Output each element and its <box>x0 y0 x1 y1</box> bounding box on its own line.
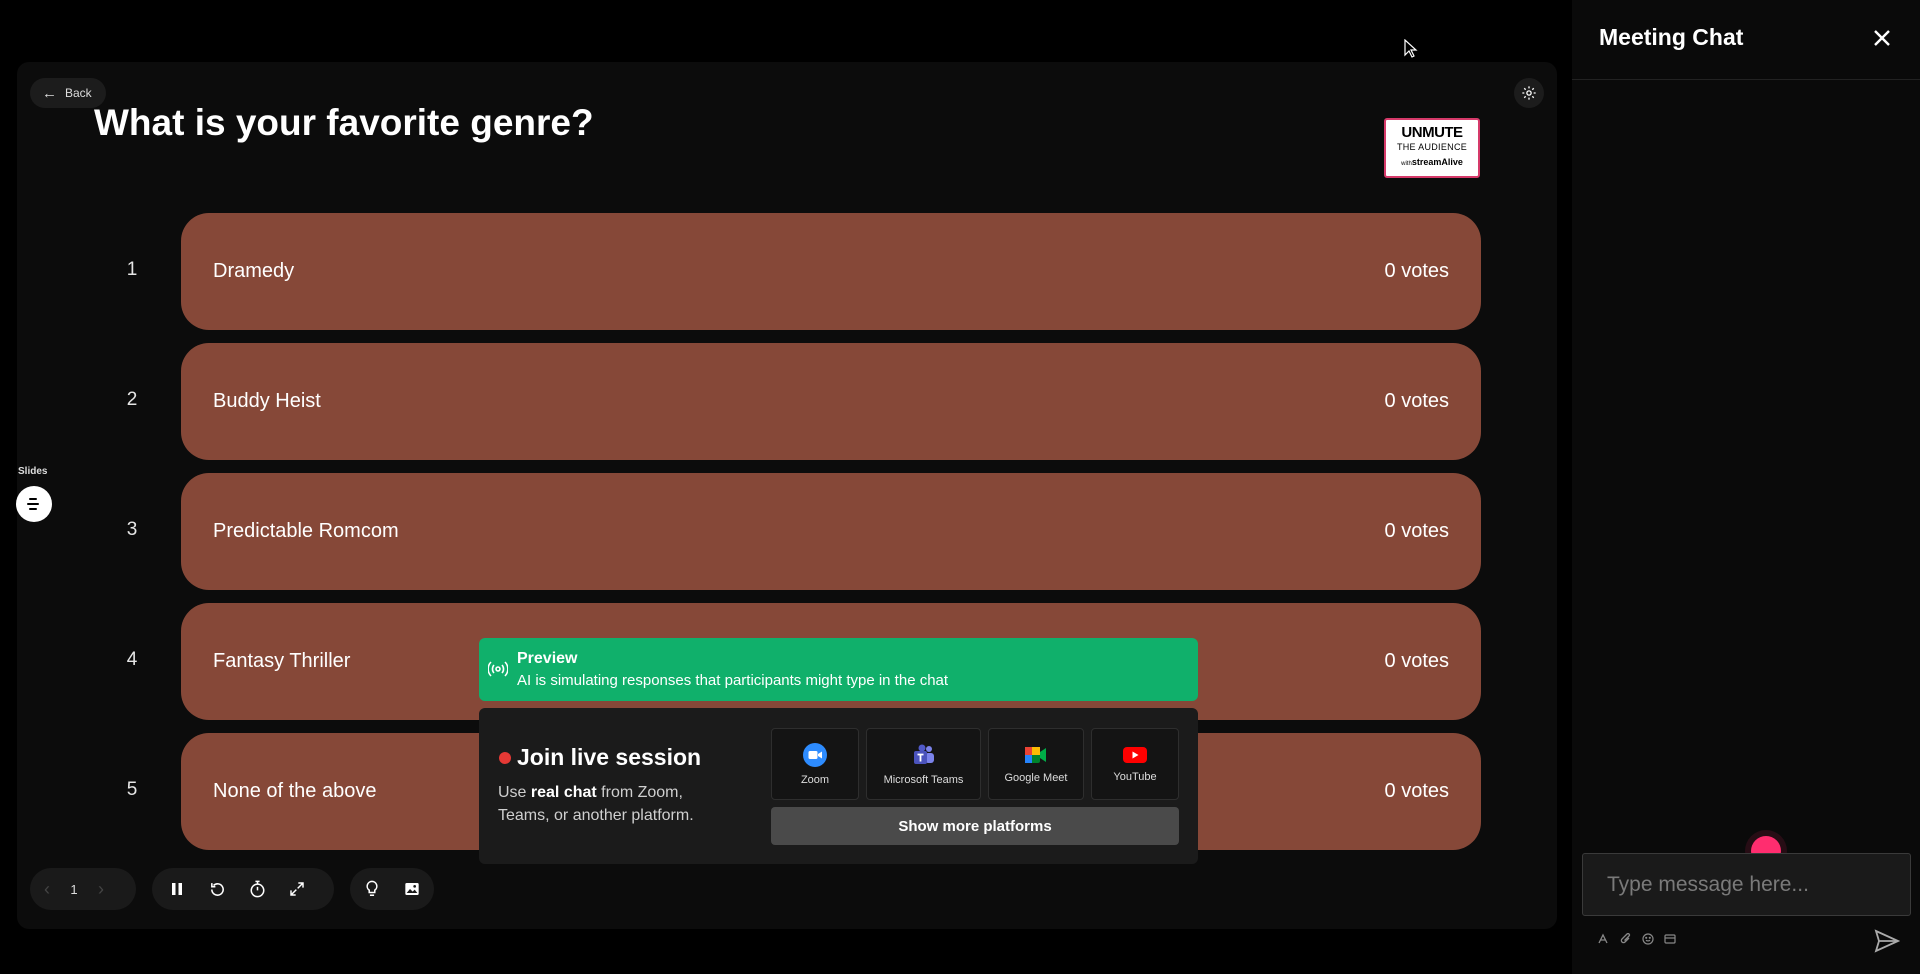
hint-button[interactable] <box>352 868 392 910</box>
poll-option: Predictable Romcom 0 votes <box>181 473 1481 590</box>
preview-title: Preview <box>517 650 578 667</box>
option-number: 1 <box>126 259 138 280</box>
back-label: Back <box>65 86 92 100</box>
settings-button[interactable] <box>1514 78 1544 108</box>
option-number: 5 <box>126 779 138 800</box>
platform-label: Microsoft Teams <box>883 774 964 786</box>
format-button[interactable] <box>1597 932 1611 946</box>
teams-icon <box>913 744 934 764</box>
extra-controls <box>350 868 434 910</box>
gif-icon <box>1664 934 1676 944</box>
preview-text: AI is simulating responses that particip… <box>517 672 949 689</box>
join-title: Join live session <box>517 744 702 770</box>
option-number: 4 <box>126 649 138 670</box>
expand-icon <box>290 882 304 896</box>
option-votes: 0 votes <box>1384 780 1449 802</box>
meeting-chat-panel: Meeting Chat <box>1572 0 1920 974</box>
pagination-group: ‹ 1 › <box>30 868 136 910</box>
next-slide-button[interactable]: › <box>84 879 118 900</box>
list-icon <box>27 498 39 510</box>
option-label: None of the above <box>213 780 377 802</box>
page-number: 1 <box>70 881 78 897</box>
image-icon <box>405 883 419 895</box>
prev-slide-button[interactable]: ‹ <box>30 879 64 900</box>
option-number: 3 <box>126 519 138 540</box>
poll-option: Dramedy 0 votes <box>181 213 1481 330</box>
slides-label: Slides <box>18 466 48 477</box>
format-text-icon <box>1598 933 1608 944</box>
youtube-icon <box>1123 747 1147 763</box>
slides-button[interactable] <box>16 486 52 522</box>
chat-title: Meeting Chat <box>1599 24 1744 50</box>
option-label: Buddy Heist <box>213 390 321 412</box>
chat-header: Meeting Chat <box>1572 0 1920 80</box>
platform-zoom[interactable]: Zoom <box>771 728 859 800</box>
playback-controls <box>152 868 334 910</box>
close-chat-button[interactable] <box>1868 24 1896 52</box>
chat-message-input[interactable] <box>1582 853 1911 916</box>
poll-option: Buddy Heist 0 votes <box>181 343 1481 460</box>
platform-label: YouTube <box>1113 771 1157 783</box>
show-more-platforms-button[interactable]: Show more platforms <box>771 807 1179 845</box>
mouse-cursor-icon <box>1404 39 1418 58</box>
platform-label: Google Meet <box>1004 772 1068 784</box>
google-meet-icon <box>1025 747 1046 763</box>
option-label: Fantasy Thriller <box>213 650 351 672</box>
logo-line2: THE AUDIENCE <box>1396 142 1468 152</box>
join-live-panel: Join live session Use real chat from Zoo… <box>479 708 1198 864</box>
emoji-button[interactable] <box>1641 932 1655 946</box>
logo-line1: UNMUTE <box>1401 124 1463 141</box>
reset-icon <box>210 882 224 896</box>
platform-teams[interactable]: Microsoft Teams <box>866 728 981 800</box>
platform-google-meet[interactable]: Google Meet <box>988 728 1084 800</box>
live-dot-icon <box>499 752 511 764</box>
option-votes: 0 votes <box>1384 260 1449 282</box>
option-label: Predictable Romcom <box>213 520 399 542</box>
gif-button[interactable] <box>1663 932 1677 946</box>
pause-button[interactable] <box>157 868 197 910</box>
fullscreen-button[interactable] <box>277 868 317 910</box>
reset-button[interactable] <box>197 868 237 910</box>
zoom-icon <box>803 743 827 767</box>
send-icon <box>1874 929 1900 953</box>
option-number: 2 <box>126 389 138 410</box>
broadcast-icon <box>488 661 508 677</box>
send-button[interactable] <box>1872 926 1902 956</box>
emoji-icon <box>1642 933 1654 945</box>
option-votes: 0 votes <box>1384 390 1449 412</box>
join-description: Use real chat from Zoom, Teams, or anoth… <box>498 784 694 824</box>
chat-tools <box>1597 932 1677 946</box>
pause-icon <box>172 883 182 895</box>
paperclip-icon <box>1620 933 1631 944</box>
gear-icon <box>1522 86 1536 100</box>
attach-button[interactable] <box>1619 932 1633 946</box>
platform-youtube[interactable]: YouTube <box>1091 728 1179 800</box>
option-label: Dramedy <box>213 260 295 282</box>
option-votes: 0 votes <box>1384 650 1449 672</box>
question-title: What is your favorite genre? <box>94 102 594 143</box>
lightbulb-icon <box>366 880 378 896</box>
stopwatch-icon <box>250 880 264 898</box>
timer-button[interactable] <box>237 868 277 910</box>
arrow-left-icon: ← <box>42 84 57 102</box>
preview-banner: Preview AI is simulating responses that … <box>479 638 1198 701</box>
option-votes: 0 votes <box>1384 520 1449 542</box>
image-button[interactable] <box>392 868 432 910</box>
logo-line3: withstreamAlive <box>1401 157 1463 167</box>
unmute-logo: UNMUTE THE AUDIENCE withstreamAlive <box>1384 118 1480 178</box>
close-icon <box>1874 30 1890 46</box>
platform-label: Zoom <box>800 774 830 786</box>
